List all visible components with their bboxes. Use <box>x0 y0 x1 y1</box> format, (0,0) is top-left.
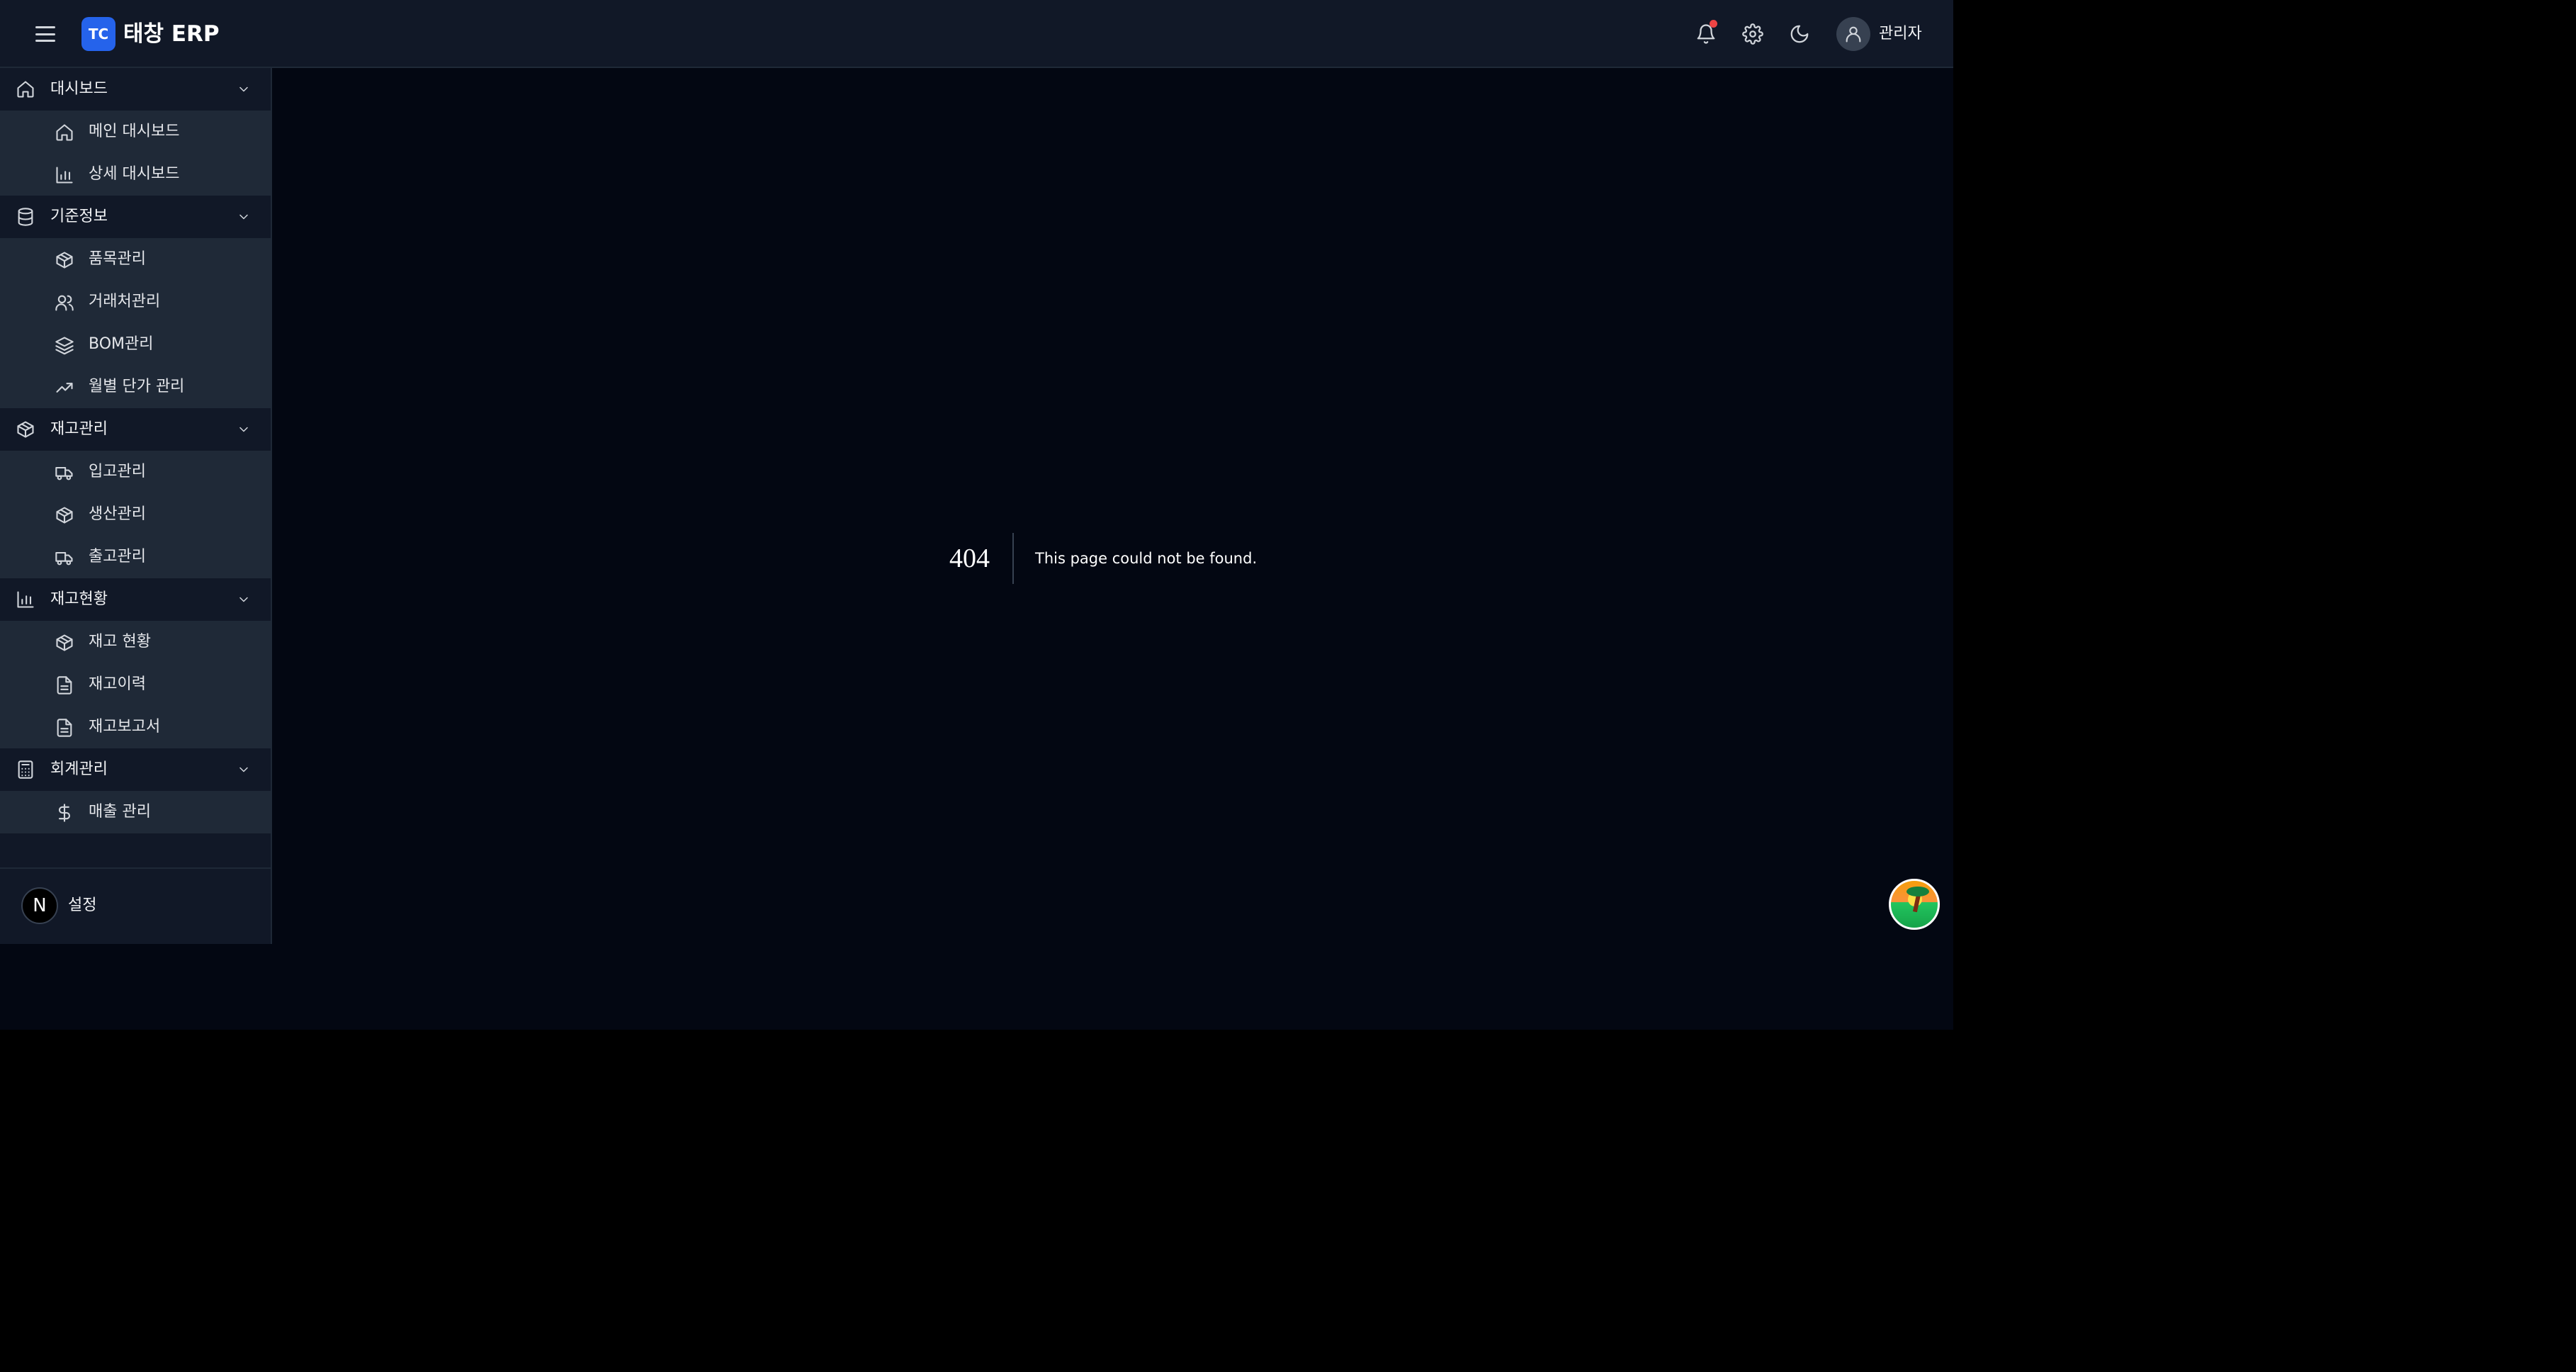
sidebar-group-3[interactable]: 재고현황 <box>0 578 271 621</box>
app-title[interactable]: 태창 ERP <box>123 17 220 51</box>
sidebar-item-label: 월별 단가 관리 <box>89 378 185 395</box>
logo-badge: TC <box>81 17 115 51</box>
sidebar-item-4-0[interactable]: 매출 관리 <box>0 791 271 833</box>
sidebar-item-label: 메인 대시보드 <box>89 123 180 140</box>
sidebar-item-0-1[interactable]: 상세 대시보드 <box>0 153 271 196</box>
error-code: 404 <box>949 533 1014 584</box>
layers-icon <box>55 337 74 355</box>
sidebar-group-label: 재고관리 <box>50 420 108 438</box>
sidebar-item-2-2[interactable]: 출고관리 <box>0 536 271 578</box>
menu-icon <box>35 26 55 28</box>
sidebar-group-1[interactable]: 기준정보 <box>0 196 271 238</box>
theme-toggle-button[interactable] <box>1784 18 1815 50</box>
bar-chart-icon <box>56 167 73 184</box>
not-found-message: 404 This page could not be found. <box>949 533 1257 584</box>
sidebar-group-label: 기준정보 <box>50 208 108 225</box>
file-text-icon <box>57 676 72 695</box>
package-icon <box>56 252 73 269</box>
user-avatar[interactable] <box>1836 17 1870 51</box>
file-text-icon <box>57 719 72 737</box>
sidebar-item-3-2[interactable]: 재고보고서 <box>0 706 271 748</box>
sidebar-item-label: 상세 대시보드 <box>89 165 180 183</box>
sidebar-item-1-0[interactable]: 품목관리 <box>0 238 271 281</box>
chevron-down-icon <box>239 86 248 92</box>
sidebar-item-label: 재고이력 <box>89 675 146 693</box>
database-icon <box>18 208 33 226</box>
settings-button[interactable] <box>1737 18 1768 50</box>
sidebar-group-label: 대시보드 <box>50 80 108 98</box>
app-window: TC 태창 ERP 관리자 대시보드 메인 대시보드 상세 대시보드 기준정보 … <box>0 0 1953 1030</box>
sidebar-item-label: 재고 현황 <box>89 633 151 651</box>
truck-icon <box>55 551 73 566</box>
dollar-icon <box>58 804 71 822</box>
sidebar-item-2-1[interactable]: 생산관리 <box>0 493 271 536</box>
sidebar-group-4[interactable]: 회계관리 <box>0 748 271 791</box>
home-icon <box>56 124 73 141</box>
error-text: This page could not be found. <box>1035 550 1258 567</box>
sidebar-group-2[interactable]: 재고관리 <box>0 408 271 451</box>
chevron-down-icon <box>239 214 248 220</box>
chevron-down-icon <box>239 767 248 772</box>
package-icon <box>56 507 73 524</box>
sidebar-group-label: 회계관리 <box>50 760 108 778</box>
home-icon <box>17 81 34 98</box>
sidebar-item-2-0[interactable]: 입고관리 <box>0 451 271 493</box>
next-dev-badge[interactable]: N <box>21 887 58 924</box>
chevron-down-icon <box>239 597 248 602</box>
gear-icon <box>1742 23 1763 45</box>
sidebar-item-label: 출고관리 <box>89 548 146 566</box>
sidebar-item-label: 품목관리 <box>89 250 146 268</box>
sidebar: 대시보드메인 대시보드상세 대시보드기준정보품목관리거래처관리 BOM관리월별 단… <box>0 68 272 944</box>
sidebar-nav[interactable]: 대시보드메인 대시보드상세 대시보드기준정보품목관리거래처관리 BOM관리월별 단… <box>0 68 271 867</box>
sidebar-item-1-1[interactable]: 거래처관리 <box>0 281 271 323</box>
assistant-floating-button[interactable] <box>1889 879 1940 930</box>
trending-up-icon <box>56 383 73 393</box>
package-icon <box>56 634 73 651</box>
package-icon <box>17 421 34 438</box>
calculator-icon <box>18 760 33 779</box>
sidebar-item-3-1[interactable]: 재고이력 <box>0 663 271 706</box>
sidebar-item-label: BOM관리 <box>89 335 154 353</box>
notification-badge <box>1710 20 1717 28</box>
sidebar-item-label: 매출 관리 <box>89 803 151 821</box>
sidebar-group-label: 재고현황 <box>50 590 108 608</box>
sidebar-settings-link[interactable]: 설정 <box>68 887 96 924</box>
top-header: TC 태창 ERP 관리자 <box>0 0 1953 68</box>
sidebar-group-0[interactable]: 대시보드 <box>0 68 271 111</box>
notifications-button[interactable] <box>1690 18 1722 50</box>
sidebar-item-label: 입고관리 <box>89 463 146 480</box>
bar-chart-icon <box>17 591 34 608</box>
truck-icon <box>55 466 73 480</box>
sidebar-item-label: 재고보고서 <box>89 718 161 736</box>
sidebar-item-0-0[interactable]: 메인 대시보드 <box>0 111 271 153</box>
sidebar-item-3-0[interactable]: 재고 현황 <box>0 621 271 663</box>
users-icon <box>55 295 74 311</box>
user-icon <box>1846 26 1861 43</box>
palm-tree-icon <box>1906 887 1929 896</box>
sidebar-item-1-3[interactable]: 월별 단가 관리 <box>0 366 271 408</box>
chevron-down-icon <box>239 427 248 432</box>
sidebar-item-1-2[interactable]: BOM관리 <box>0 323 271 366</box>
sidebar-item-label: 거래처관리 <box>89 293 161 310</box>
user-name[interactable]: 관리자 <box>1879 17 1922 51</box>
menu-toggle-button[interactable] <box>33 21 58 47</box>
sidebar-item-label: 생산관리 <box>89 505 146 523</box>
moon-icon <box>1790 25 1809 43</box>
sidebar-footer: N 설정 <box>0 867 271 944</box>
